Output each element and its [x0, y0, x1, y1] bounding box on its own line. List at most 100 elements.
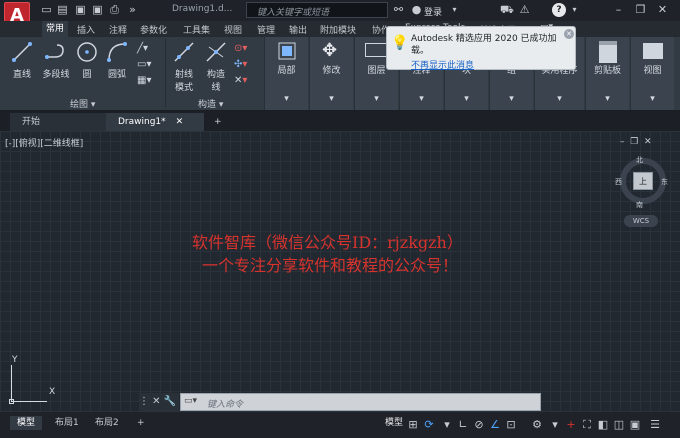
osnap-icon[interactable]: ∠ [488, 418, 502, 432]
dropdown-icon: ▾ [650, 94, 655, 104]
viewcube-face-top[interactable]: 上 [633, 172, 653, 190]
customize-menu-icon[interactable]: ☰ [648, 418, 662, 432]
settings-gear-icon[interactable]: ⚙ [530, 418, 544, 432]
layout-panel-button[interactable]: 局部 ▾ [264, 37, 308, 110]
login-dropdown-icon[interactable]: ▾ [448, 4, 461, 16]
tab-layout1[interactable]: 布局1 [48, 416, 86, 430]
tab-drawing1[interactable]: Drawing1* ✕ [106, 113, 204, 131]
wcs-menu[interactable]: WCS [624, 215, 658, 227]
modify-label: 修改 [322, 66, 341, 76]
annotation-scale-icon[interactable]: ▾ [548, 418, 562, 432]
ray-icon [174, 42, 194, 62]
command-placeholder: 键入命令 [207, 400, 244, 410]
notification-close-icon[interactable]: ✕ [564, 29, 574, 39]
dropdown-icon: ▾ [605, 94, 610, 104]
line-tool-label: 直线 [12, 70, 31, 80]
tab-model[interactable]: 模型 [10, 416, 43, 430]
circle-tool[interactable]: 圆 [74, 41, 100, 80]
snap-dropdown-icon[interactable]: ▾ [440, 418, 454, 432]
construct-line-icon [206, 42, 226, 62]
save-icon[interactable]: ▣ [74, 4, 87, 16]
tab-addins[interactable]: 附加模块 [320, 23, 356, 36]
ray-tool[interactable]: 射线 模式 [170, 41, 198, 93]
snap-tools[interactable]: ⊙▾ ✣▾ ✕▾ [234, 41, 260, 91]
new-file-icon[interactable]: ▭ [40, 4, 53, 16]
arc-tool[interactable]: 圆弧 [104, 41, 130, 80]
file-tab-bar: 开始 Drawing1* ✕ + [0, 111, 680, 131]
grid-icon[interactable]: ⊞ [406, 418, 420, 432]
drawing-tab-label: Drawing1* [118, 117, 166, 127]
panel-divider [165, 39, 166, 107]
ucs-x-axis [11, 401, 47, 402]
construct-line-tool[interactable]: 构造 线 [202, 41, 230, 93]
tab-parametric[interactable]: 参数化 [140, 23, 167, 36]
tab-toolsets[interactable]: 工具集 [183, 23, 210, 36]
new-tab-button[interactable]: + [208, 113, 228, 131]
clipboard-panel-button[interactable]: 剪贴板 ▾ [585, 37, 629, 110]
dont-show-again-link[interactable]: 不再显示此消息 [411, 58, 474, 71]
open-folder-icon[interactable]: ▤ [56, 4, 69, 16]
isolate-icon[interactable]: ◧ [596, 418, 610, 432]
command-line-controls[interactable]: ⋮ ✕ 🔧 [139, 393, 179, 411]
lightbulb-icon: 💡 [391, 35, 409, 51]
viewport-window-controls[interactable]: – ❐ ✕ [620, 137, 652, 147]
close-icon[interactable]: ✕ [656, 4, 669, 16]
tab-layout2[interactable]: 布局2 [88, 416, 126, 430]
tab-start[interactable]: 开始 [10, 113, 106, 131]
drawing-canvas[interactable]: [-][俯视][二维线框] – ❐ ✕ 北 南 东 西 上 WCS 软件智库（微… [0, 131, 680, 412]
document-title: Drawing1.d... [172, 4, 233, 14]
tab-insert[interactable]: 插入 [77, 23, 95, 36]
command-prompt-icon[interactable]: ▭▾ [184, 396, 197, 406]
dropdown-icon: ▾ [557, 94, 562, 104]
help-button[interactable]: ? [552, 3, 566, 17]
ray-tool-label2: 模式 [174, 83, 193, 93]
ortho-icon[interactable]: ∟ [456, 418, 470, 432]
restore-icon[interactable]: ❐ [634, 4, 647, 16]
tab-close-icon[interactable]: ✕ [176, 117, 184, 127]
user-icon[interactable]: ● [410, 4, 423, 16]
polyline-icon [45, 44, 64, 59]
help-dropdown-icon[interactable]: ▾ [568, 4, 581, 16]
draw-small-tools[interactable]: ╱▾ ▭▾ ▦▾ [137, 41, 161, 91]
print-icon[interactable]: ⎙ [108, 4, 121, 16]
view-icon [643, 43, 663, 59]
construct-line-label: 构造 [206, 70, 225, 80]
command-input[interactable]: ▭▾ 键入命令 [180, 393, 541, 411]
isodraft-icon[interactable]: ⊡ [504, 418, 518, 432]
add-layout-button[interactable]: + [130, 416, 152, 430]
search-box[interactable]: 键入关键字或短语 [246, 2, 388, 18]
tab-home[interactable]: 常用 [42, 21, 69, 37]
viewcube-north[interactable]: 北 [636, 155, 643, 165]
more-icon[interactable]: » [126, 4, 139, 16]
line-tool[interactable]: 直线 [8, 41, 36, 80]
tab-annotate[interactable]: 注释 [109, 23, 127, 36]
tab-manage[interactable]: 管理 [257, 23, 275, 36]
watermark-line1: 软件智库（微信公众号ID：rjzkgzh） [192, 233, 463, 252]
login-label[interactable]: 登录 [424, 5, 442, 18]
binoculars-icon[interactable]: ⚯ [392, 4, 405, 16]
polyline-tool[interactable]: 多段线 [38, 41, 74, 80]
polar-icon[interactable]: ⊘ [472, 418, 486, 432]
minimize-icon[interactable]: – [612, 4, 625, 16]
viewcube-west[interactable]: 西 [615, 177, 622, 187]
viewport-controls[interactable]: [-][俯视][二维线框] [5, 136, 83, 149]
workspace-icon[interactable]: ⛶ [580, 418, 594, 432]
viewcube-south[interactable]: 南 [636, 200, 643, 210]
panel-draw-label[interactable]: 绘图 ▾ [70, 97, 95, 110]
view-panel-button[interactable]: 视图 ▾ [630, 37, 674, 110]
save-as-icon[interactable]: ▣ [91, 4, 104, 16]
viewcube-east[interactable]: 东 [661, 177, 668, 187]
tab-output[interactable]: 输出 [289, 23, 307, 36]
snap-icon[interactable]: ⟳ [422, 418, 436, 432]
tab-view[interactable]: 视图 [224, 23, 242, 36]
arc-icon [107, 42, 127, 62]
circle-tool-label: 圆 [82, 70, 92, 80]
panel-construct-label[interactable]: 构造 ▾ [198, 97, 223, 110]
share-icon[interactable]: ⚠ [518, 4, 531, 16]
hardware-icon[interactable]: ◫ [612, 418, 626, 432]
line-icon [12, 42, 32, 62]
modify-panel-button[interactable]: ✥ 修改 ▾ [309, 37, 353, 110]
plus-icon[interactable]: + [564, 418, 578, 432]
clean-screen-icon[interactable]: ▣ [628, 418, 642, 432]
cart-icon[interactable]: ⛟ [500, 4, 514, 16]
